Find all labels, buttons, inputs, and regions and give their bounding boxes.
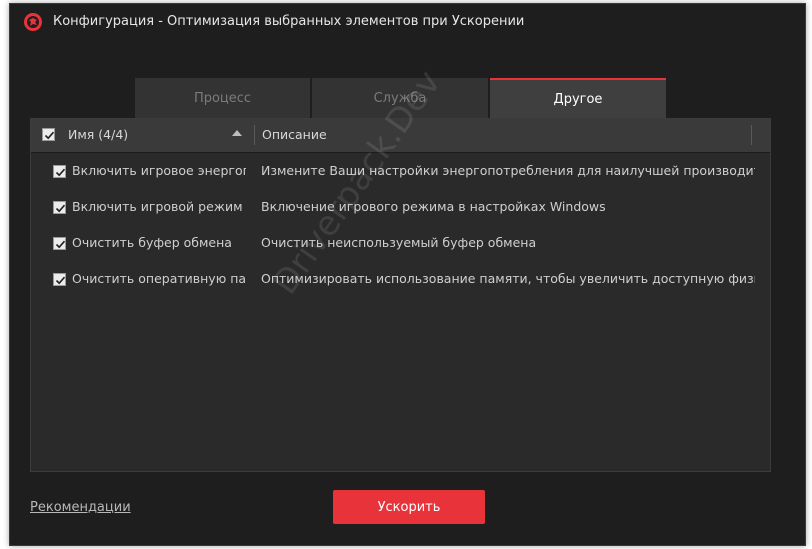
row-checkbox[interactable]: [53, 237, 66, 250]
iobit-logo-icon: [23, 12, 43, 32]
title-bar: Конфигурация - Оптимизация выбранных эле…: [10, 4, 805, 40]
row-description: Включение игрового режима в настройках W…: [261, 199, 606, 214]
column-header-description[interactable]: Описание: [262, 127, 327, 142]
row-checkbox[interactable]: [53, 201, 66, 214]
window-title: Конфигурация - Оптимизация выбранных эле…: [53, 14, 525, 29]
config-window: Конфигурация - Оптимизация выбранных эле…: [9, 3, 806, 546]
row-name: Очистить оперативную пам...: [72, 271, 246, 286]
row-name: Очистить буфер обмена: [72, 235, 232, 250]
recommendations-link[interactable]: Рекомендации: [30, 500, 131, 515]
tab-service[interactable]: Служба: [312, 78, 488, 118]
tab-bar: Процесс Служба Другое: [135, 78, 666, 118]
table-header: Имя (4/4) Описание: [31, 119, 770, 153]
sort-ascending-icon[interactable]: [232, 130, 242, 136]
checkmark-icon: [55, 240, 66, 249]
column-divider[interactable]: [254, 125, 255, 145]
tab-process[interactable]: Процесс: [135, 78, 310, 118]
row-name: Включить игровой режим ...: [72, 199, 246, 214]
column-header-name[interactable]: Имя (4/4): [68, 127, 128, 142]
checkmark-icon: [55, 276, 66, 285]
column-divider[interactable]: [751, 125, 752, 145]
table-row[interactable]: Очистить оперативную пам... Оптимизирова…: [31, 262, 770, 296]
checkmark-icon: [55, 204, 66, 213]
table-row[interactable]: Включить игровой режим ... Включение игр…: [31, 190, 770, 224]
row-checkbox[interactable]: [53, 273, 66, 286]
tab-other[interactable]: Другое: [490, 78, 666, 118]
row-name: Включить игровое энергоп...: [72, 163, 246, 178]
items-table: Имя (4/4) Описание Включить игровое энер…: [30, 118, 771, 472]
row-checkbox[interactable]: [53, 165, 66, 178]
checkmark-icon: [44, 131, 55, 140]
table-row[interactable]: Очистить буфер обмена Очистить неиспольз…: [31, 226, 770, 260]
row-description: Оптимизировать использование памяти, что…: [261, 271, 755, 286]
boost-button[interactable]: Ускорить: [333, 490, 485, 524]
row-description: Измените Ваши настройки энергопотреблени…: [261, 163, 755, 178]
row-description: Очистить неиспользуемый буфер обмена: [261, 235, 537, 250]
checkmark-icon: [55, 168, 66, 177]
table-row[interactable]: Включить игровое энергоп... Измените Ваш…: [31, 154, 770, 188]
select-all-checkbox[interactable]: [42, 128, 55, 141]
